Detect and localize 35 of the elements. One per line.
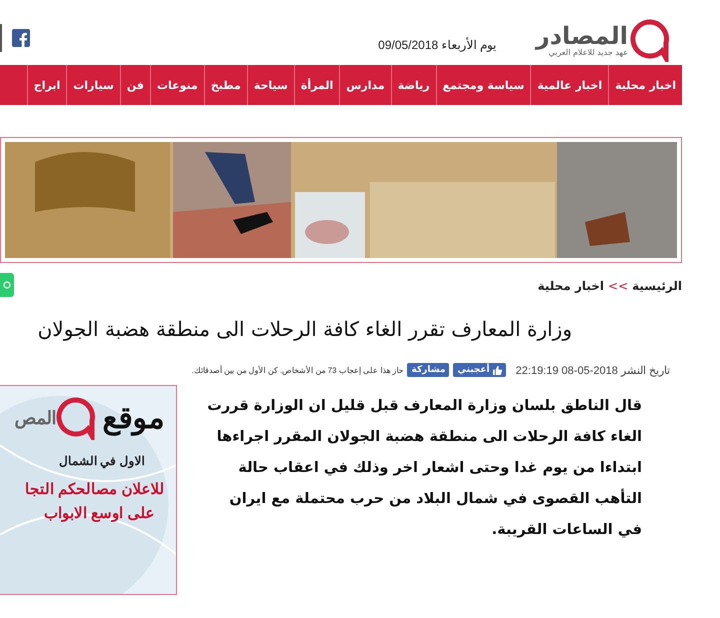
publish-date: تاريخ النشر 2018-05-08 22:19:19 <box>516 364 670 376</box>
ad-slogan: للاعلان مصالحكم التجا <box>25 480 164 498</box>
nav-item[interactable]: سياحة <box>246 65 294 105</box>
ad-subline: الاول في الشمال <box>58 454 144 468</box>
article-title: وزارة المعارف تقرر الغاء كافة الرحلات الى منطقة هضبة الجولان <box>36 317 572 341</box>
nav-item[interactable]: المرأة <box>294 65 340 105</box>
ad-slogan: على اوسع الابواب <box>44 504 154 522</box>
like-button[interactable]: أعجبني <box>453 363 506 377</box>
circle-icon <box>3 281 11 289</box>
nav-item[interactable]: اخبار محلية <box>608 65 682 105</box>
breadcrumb-link[interactable]: اخبار محلية <box>538 279 604 293</box>
breadcrumb-link[interactable]: الرئيسية <box>632 279 682 293</box>
nav-item[interactable]: سيارات <box>66 65 120 105</box>
logo-icon <box>56 396 96 440</box>
nav-item[interactable]: مطبخ <box>204 65 247 105</box>
ad-headline: موقع <box>102 401 164 436</box>
nav-item[interactable]: منوعات <box>150 65 204 105</box>
nav-item[interactable]: اخبار عالمية <box>530 65 608 105</box>
side-ad[interactable]: موقع المص الاول في الشمال للاعلان مصالحكم التجا على اوسع الابواب <box>0 385 178 595</box>
ad-logo-text: المص <box>14 407 56 429</box>
facebook-icon[interactable] <box>12 29 30 47</box>
logo-icon <box>630 18 670 62</box>
nav-item[interactable]: فن <box>120 65 150 105</box>
nav-item[interactable]: سياسة ومجتمع <box>436 65 530 105</box>
article-body: قال الناطق بلسان وزارة المعارف قبل قليل ان الوزارة قررت الغاء كافة الرحلات الى منطقة هضبة الجولان المقرر اجراءها ابتداءا من يوم غدا وحتى اشعار اخر وذلك في اعقاب حالة التأهب القصوى في شمال البلاد من حرب محتملة مع ايران في الساعات القريبة. <box>206 397 642 540</box>
date-text: يوم الأربعاء 09/05/2018 <box>378 38 496 52</box>
nav-item[interactable]: مدارس <box>339 65 391 105</box>
logo-tagline: عهد جديد للاعلام العربي <box>548 48 628 56</box>
share-button[interactable]: مشاركة <box>407 363 450 377</box>
thumbs-up-icon <box>492 366 502 374</box>
nav-item[interactable]: رياضة <box>390 65 436 105</box>
nav-item[interactable]: ابراج <box>26 65 66 105</box>
like-count-text: حاز هذا على إعجاب 73 من الأشخاص. كن الأول من بين أصدقائك. <box>192 366 404 374</box>
logo-text: المصادر <box>536 24 628 48</box>
breadcrumb-separator: >> <box>608 279 628 293</box>
